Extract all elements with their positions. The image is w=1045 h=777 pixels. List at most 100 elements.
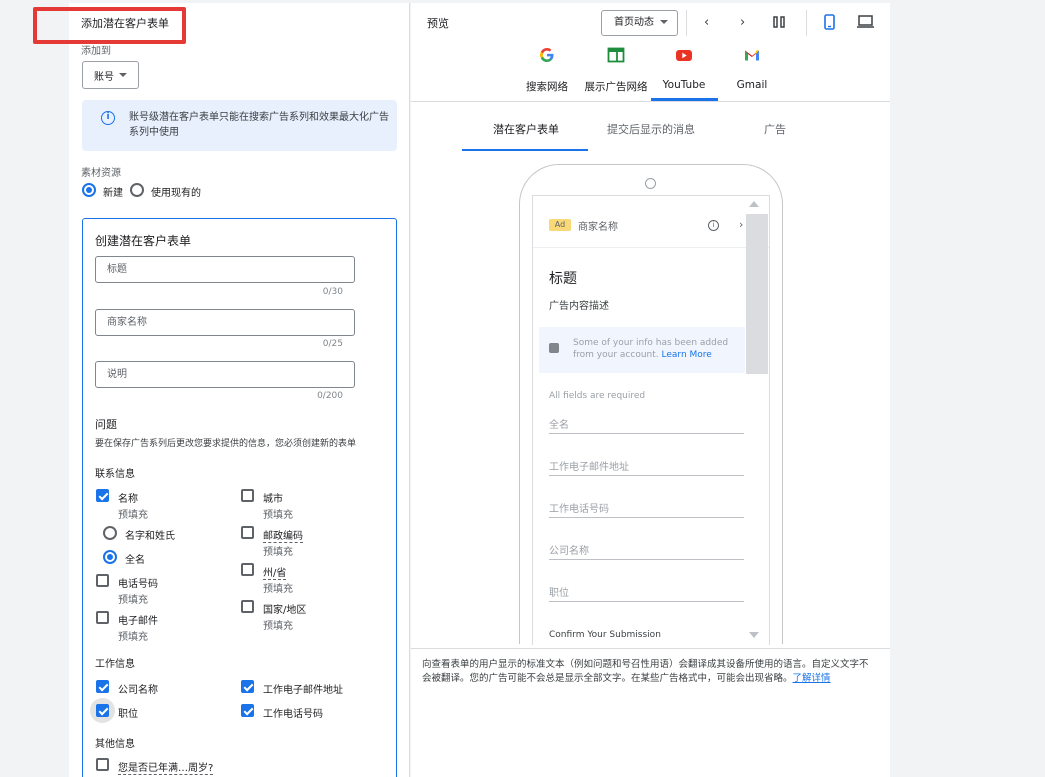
- phone-scrollbar[interactable]: [746, 214, 768, 374]
- account-icon: [549, 343, 559, 353]
- divider: [686, 10, 687, 36]
- phone-field-label: 公司名称: [549, 546, 589, 557]
- phone-field-line[interactable]: [549, 517, 744, 518]
- phone-field-line[interactable]: [549, 601, 744, 602]
- channel-display[interactable]: 展示广告网络: [584, 79, 648, 94]
- work-email-checkbox[interactable]: [241, 680, 254, 693]
- preview-label: 预览: [427, 17, 449, 30]
- channel-gmail[interactable]: Gmail: [720, 79, 784, 91]
- chevron-right-icon[interactable]: ›: [740, 15, 745, 30]
- radio-new[interactable]: [82, 183, 96, 197]
- info-banner: i 账号级潜在客户表单只能在搜索广告系列和效果最大化广告系列中使用: [82, 100, 397, 151]
- page-select-value: 首页动态: [614, 17, 654, 28]
- age-checkbox[interactable]: [96, 758, 109, 771]
- phone-prefill: 预填充: [118, 595, 148, 606]
- learn-more-link[interactable]: Learn More: [662, 350, 712, 360]
- form-title: 创建潜在客户表单: [95, 234, 192, 248]
- first-last-label: 名字和姓氏: [125, 531, 175, 542]
- phone-field-label: 工作电话号码: [549, 504, 609, 515]
- channel-youtube[interactable]: YouTube: [652, 79, 716, 91]
- ad-badge: Ad: [549, 219, 571, 231]
- description-counter: 0/200: [317, 391, 343, 401]
- columns-icon[interactable]: [773, 16, 786, 32]
- form-description: 广告内容描述: [549, 301, 609, 312]
- company-label: 公司名称: [118, 685, 158, 696]
- job-title-checkbox[interactable]: [96, 704, 109, 717]
- lead-form-editor: 添加潜在客户表单 添加到 账号 i 账号级潜在客户表单只能在搜索广告系列和效果最…: [33, 3, 410, 777]
- headline-counter: 0/30: [322, 287, 343, 297]
- questions-label: 问题: [95, 418, 117, 431]
- scroll-up-icon[interactable]: [749, 201, 759, 207]
- first-last-radio[interactable]: [103, 526, 117, 540]
- channel-active-indicator: [651, 98, 718, 101]
- asset-source-label: 素材资源: [81, 168, 121, 179]
- close-icon[interactable]: ›: [739, 218, 743, 231]
- phone-field-line[interactable]: [549, 475, 744, 476]
- work-info-label: 工作信息: [95, 659, 135, 670]
- work-phone-label: 工作电话号码: [263, 709, 323, 720]
- tab-submit-message[interactable]: 提交后显示的消息: [607, 121, 695, 137]
- other-info-label: 其他信息: [95, 739, 135, 750]
- info-text: 账号级潜在客户表单只能在搜索广告系列和效果最大化广告系列中使用: [129, 112, 389, 138]
- country-label: 国家/地区: [263, 605, 307, 616]
- ad-business-name: 商家名称: [578, 222, 618, 233]
- add-to-value: 账号: [94, 71, 114, 83]
- tab-active-indicator: [462, 149, 588, 151]
- info-icon[interactable]: i: [708, 220, 719, 231]
- phone-frame: Ad 商家名称 i › 标题 广告内容描述 Some of your info …: [519, 164, 783, 645]
- email-checkbox[interactable]: [96, 611, 109, 624]
- tab-lead-form[interactable]: 潜在客户表单: [493, 121, 559, 137]
- highlight-annotation: [33, 7, 186, 44]
- zip-checkbox[interactable]: [241, 526, 254, 539]
- city-prefill: 预填充: [263, 510, 293, 521]
- tab-ad[interactable]: 广告: [764, 121, 786, 137]
- headline-input[interactable]: 标题: [95, 256, 355, 283]
- translation-note-text: 向查看表单的用户显示的标准文本（例如问题和号召性用语）会翻译成其设备所使用的语言…: [422, 658, 877, 686]
- phone-field-label: 全名: [549, 420, 569, 431]
- phone-label: 电话号码: [118, 579, 158, 590]
- phone-field-label: 职位: [549, 588, 569, 599]
- full-name-radio[interactable]: [103, 550, 117, 564]
- country-prefill: 预填充: [263, 621, 293, 632]
- full-name-label: 全名: [125, 555, 145, 566]
- divider: [533, 247, 769, 248]
- youtube-icon[interactable]: [675, 46, 693, 64]
- work-phone-checkbox[interactable]: [241, 704, 254, 717]
- radio-existing-label: 使用现有的: [151, 188, 201, 199]
- add-to-dropdown[interactable]: 账号: [82, 61, 139, 89]
- caret-down-icon: [119, 73, 127, 77]
- confirm-heading: Confirm Your Submission: [549, 630, 661, 640]
- preview-header: 预览 首页动态 ‹ › 搜索网络 展示广告网络 YouTube Gmail: [411, 3, 890, 102]
- gmail-icon[interactable]: [743, 46, 761, 64]
- scroll-down-icon[interactable]: [749, 632, 759, 638]
- name-label: 名称: [118, 494, 138, 505]
- mobile-icon[interactable]: [824, 14, 835, 34]
- state-checkbox[interactable]: [241, 563, 254, 576]
- business-name-input[interactable]: 商家名称: [95, 309, 355, 336]
- add-to-label: 添加到: [81, 46, 111, 57]
- divider: [806, 10, 807, 36]
- name-checkbox[interactable]: [96, 489, 109, 502]
- learn-more-link[interactable]: 了解详情: [793, 673, 831, 684]
- phone-checkbox[interactable]: [96, 574, 109, 587]
- contact-info-label: 联系信息: [95, 469, 135, 480]
- google-icon[interactable]: [538, 46, 556, 64]
- phone-field-line[interactable]: [549, 559, 744, 560]
- email-prefill: 预填充: [118, 632, 148, 643]
- chevron-left-icon[interactable]: ‹: [704, 15, 709, 30]
- company-checkbox[interactable]: [96, 680, 109, 693]
- display-network-icon[interactable]: [607, 46, 625, 64]
- phone-screen: Ad 商家名称 i › 标题 广告内容描述 Some of your info …: [532, 195, 770, 645]
- caret-down-icon: [660, 20, 668, 24]
- city-checkbox[interactable]: [241, 489, 254, 502]
- state-label: 州/省: [263, 564, 287, 580]
- description-input[interactable]: 说明: [95, 361, 355, 388]
- channel-search[interactable]: 搜索网络: [515, 79, 579, 94]
- app: 添加潜在客户表单 添加到 账号 i 账号级潜在客户表单只能在搜索广告系列和效果最…: [0, 0, 1045, 777]
- phone-field-line[interactable]: [549, 433, 744, 434]
- job-title-label: 职位: [118, 709, 138, 720]
- page-select[interactable]: 首页动态: [601, 10, 678, 36]
- radio-existing[interactable]: [130, 183, 144, 197]
- country-checkbox[interactable]: [241, 600, 254, 613]
- desktop-icon[interactable]: [857, 15, 874, 32]
